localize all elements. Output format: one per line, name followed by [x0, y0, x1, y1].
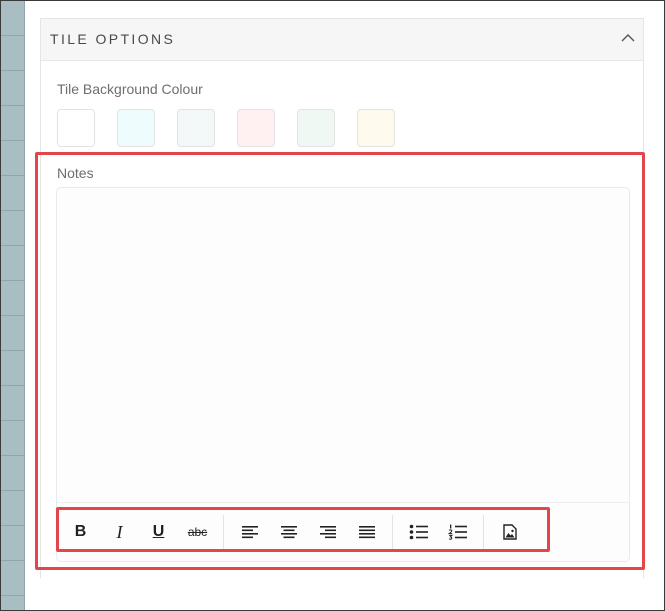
align-right-icon [319, 526, 336, 539]
chevron-up-icon[interactable] [619, 29, 637, 47]
swatch-light-pink[interactable] [237, 109, 275, 147]
screenshot-frame: TILE OPTIONS Tile Background Colour Note… [0, 0, 665, 611]
align-right-button[interactable] [308, 515, 347, 549]
align-justify-button[interactable] [347, 515, 386, 549]
numbered-list-icon [447, 524, 467, 540]
align-center-button[interactable] [269, 515, 308, 549]
background-colour-label: Tile Background Colour [57, 81, 203, 97]
alignment-group [230, 515, 386, 549]
toolbar-divider [223, 515, 224, 549]
align-left-button[interactable] [230, 515, 269, 549]
text-style-group: B I U abc [61, 515, 217, 549]
align-center-icon [280, 526, 297, 539]
swatch-light-grey-teal[interactable] [177, 109, 215, 147]
panel-header[interactable]: TILE OPTIONS [41, 19, 643, 61]
side-strip [1, 1, 25, 610]
swatch-light-cream[interactable] [357, 109, 395, 147]
align-justify-icon [358, 526, 375, 539]
toolbar-divider [483, 515, 484, 549]
bold-button[interactable]: B [61, 515, 100, 549]
panel-title: TILE OPTIONS [50, 31, 176, 47]
swatch-light-cyan[interactable] [117, 109, 155, 147]
underline-icon: U [152, 523, 165, 540]
underline-button[interactable]: U [139, 515, 178, 549]
italic-icon: I [116, 521, 123, 542]
formatting-toolbar: B I U abc [57, 510, 549, 554]
italic-button[interactable]: I [100, 515, 139, 549]
swatch-light-mint[interactable] [297, 109, 335, 147]
notes-label: Notes [57, 165, 94, 181]
strikethrough-icon: abc [187, 525, 208, 539]
bullet-list-icon [409, 524, 428, 540]
numbered-list-button[interactable] [438, 515, 477, 549]
swatch-white[interactable] [57, 109, 95, 147]
image-icon [502, 524, 517, 540]
notes-text-area[interactable] [57, 188, 629, 503]
insert-group [490, 515, 529, 549]
strikethrough-button[interactable]: abc [178, 515, 217, 549]
tile-options-panel: TILE OPTIONS Tile Background Colour Note… [40, 18, 644, 578]
notes-editor: B I U abc [56, 187, 630, 562]
insert-image-button[interactable] [490, 515, 529, 549]
align-left-icon [241, 526, 258, 539]
bullet-list-button[interactable] [399, 515, 438, 549]
list-group [399, 515, 477, 549]
bold-icon: B [74, 523, 87, 540]
toolbar-divider [392, 515, 393, 549]
